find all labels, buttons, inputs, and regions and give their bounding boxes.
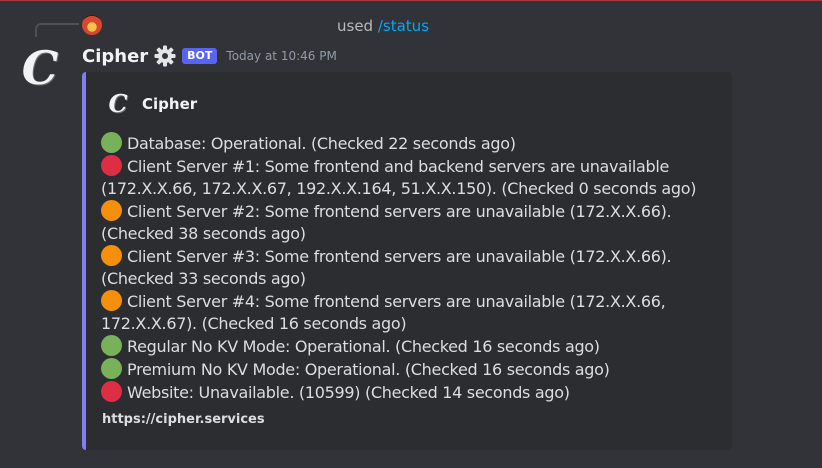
- embed-author-name: Cipher: [142, 95, 198, 113]
- reply-user-avatar[interactable]: [82, 15, 102, 35]
- green-circle-icon: [101, 358, 122, 379]
- embed-author-letter: C: [108, 89, 128, 118]
- status-line-database: Database: Operational. (Checked 22 secon…: [101, 132, 717, 155]
- orange-circle-icon: [101, 200, 122, 221]
- embed-author-icon: C: [106, 92, 130, 116]
- orange-circle-icon: [101, 290, 122, 311]
- status-line-text: Client Server #3: Some frontend servers …: [101, 247, 672, 288]
- status-line-client-server-3: Client Server #3: Some frontend servers …: [101, 245, 717, 290]
- reply-spine: [35, 23, 79, 37]
- status-line-text: Website: Unavailable. (10599) (Checked 1…: [127, 383, 570, 402]
- unread-divider: [0, 0, 822, 1]
- status-line-client-server-4: Client Server #4: Some frontend servers …: [101, 290, 717, 335]
- status-line-text: Client Server #2: Some frontend servers …: [101, 202, 672, 243]
- username[interactable]: Cipher: [82, 46, 148, 67]
- status-line-text: Client Server #4: Some frontend servers …: [101, 292, 666, 333]
- embed-author: C Cipher: [106, 92, 197, 116]
- red-circle-icon: [101, 381, 122, 402]
- bot-badge: BOT: [182, 48, 218, 64]
- status-line-text: Premium No KV Mode: Operational. (Checke…: [127, 360, 610, 379]
- reply-context[interactable]: used /status: [337, 16, 429, 36]
- status-line-regular-no-kv: Regular No KV Mode: Operational. (Checke…: [101, 335, 717, 358]
- green-circle-icon: [101, 335, 122, 356]
- status-line-website: Website: Unavailable. (10599) (Checked 1…: [101, 381, 717, 404]
- status-line-text: Regular No KV Mode: Operational. (Checke…: [127, 337, 600, 356]
- embed-description: Database: Operational. (Checked 22 secon…: [101, 132, 717, 404]
- message-timestamp[interactable]: Today at 10:46 PM: [226, 49, 336, 63]
- status-line-client-server-1: Client Server #1: Some frontend and back…: [101, 155, 717, 200]
- message-header: Cipher BOT Today at 10:46 PM: [82, 44, 337, 68]
- gear-icon: [153, 44, 177, 68]
- status-line-text: Database: Operational. (Checked 22 secon…: [127, 134, 516, 153]
- embed-footer-link[interactable]: https://cipher.services: [102, 412, 265, 427]
- status-line-premium-no-kv: Premium No KV Mode: Operational. (Checke…: [101, 358, 717, 381]
- reply-prefix: used: [337, 17, 374, 35]
- green-circle-icon: [101, 132, 122, 153]
- status-line-text: Client Server #1: Some frontend and back…: [101, 157, 697, 198]
- status-line-client-server-2: Client Server #2: Some frontend servers …: [101, 200, 717, 245]
- avatar[interactable]: C: [16, 44, 64, 92]
- slash-command-link[interactable]: /status: [378, 17, 429, 35]
- red-circle-icon: [101, 155, 122, 176]
- status-embed: C Cipher Database: Operational. (Checked…: [82, 72, 732, 450]
- orange-circle-icon: [101, 245, 122, 266]
- avatar-letter: C: [21, 41, 59, 95]
